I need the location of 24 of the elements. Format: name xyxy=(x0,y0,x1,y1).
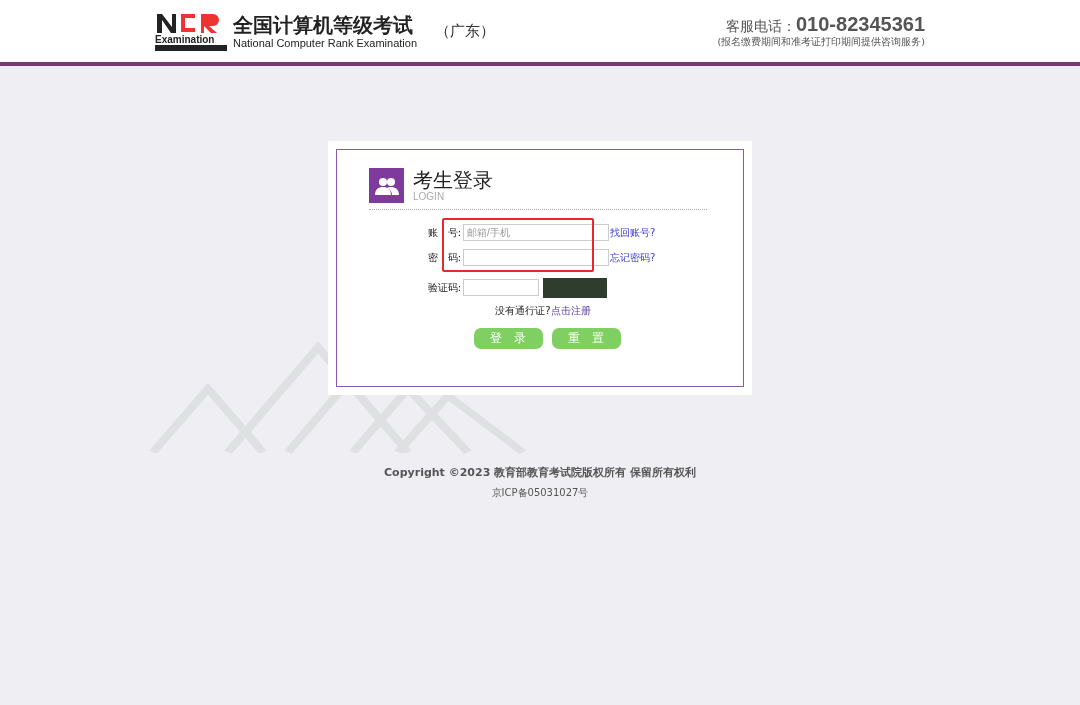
site-subtitle: National Computer Rank Examination xyxy=(233,37,418,49)
hotline-number: 010-82345361 xyxy=(796,13,925,36)
logo-wordmark: Examination xyxy=(155,33,215,45)
icp-number: 京ICP备05031027号 xyxy=(491,486,589,500)
logo-strip xyxy=(155,44,227,51)
help-link[interactable]: 找回账号? xyxy=(610,225,656,240)
site-title: 全国计算机等级考试 xyxy=(233,13,414,37)
users-icon xyxy=(369,168,404,203)
captcha-image[interactable] xyxy=(543,277,607,298)
password-input[interactable] xyxy=(463,249,609,266)
hotline-note: (报名缴费期间和准考证打印期间提供咨询服务) xyxy=(717,36,925,49)
help-link[interactable]: 忘记密码? xyxy=(610,250,656,265)
field-label: 密 码: xyxy=(426,250,461,265)
register-prompt: 没有通行证? xyxy=(495,304,551,318)
hotline-label: 客服电话： xyxy=(726,18,796,36)
account-input[interactable]: 邮箱/手机 xyxy=(463,224,609,241)
register-link[interactable]: 点击注册 xyxy=(550,304,591,318)
login-subtitle: LOGIN xyxy=(413,192,446,202)
field-label: 验证码: xyxy=(426,280,461,295)
region-label: （广东） xyxy=(435,21,496,41)
field-label: 账 号: xyxy=(426,225,461,240)
captcha-input[interactable] xyxy=(463,279,539,296)
login-title: 考生登录 xyxy=(413,168,493,192)
copyright-text: Copyright ©2023 教育部教育考试院版权所有 保留所有权利 xyxy=(384,465,696,480)
